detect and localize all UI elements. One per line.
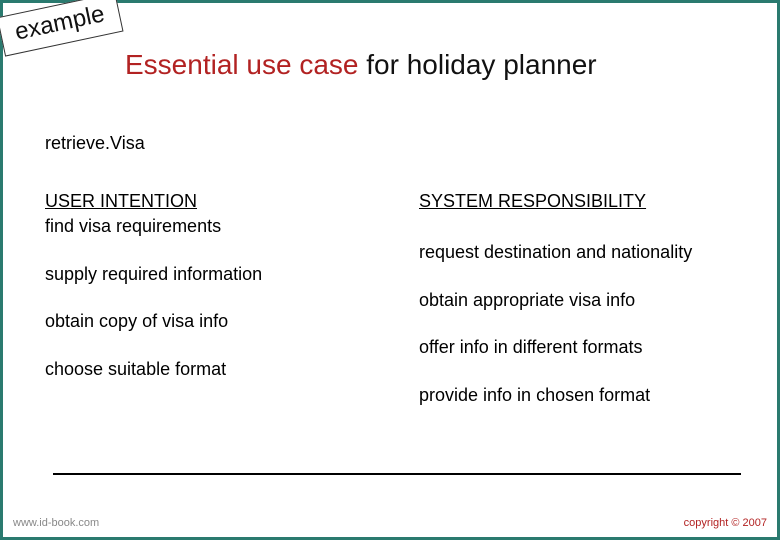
user-step: supply required information [45,264,379,286]
user-step: choose suitable format [45,359,379,381]
system-step: obtain appropriate visa info [419,290,753,312]
example-badge: example [0,0,123,57]
user-intention-header: USER INTENTION [45,191,379,213]
column-system-responsibility: SYSTEM RESPONSIBILITY request destinatio… [419,191,753,433]
example-badge-text: example [13,0,107,45]
system-step: request destination and nationality [419,242,753,264]
footer-url: www.id-book.com [13,517,99,529]
user-step: obtain copy of visa info [45,311,379,333]
columns: USER INTENTION find visa requirements su… [45,191,753,433]
footer: www.id-book.com copyright © 2007 [3,513,777,537]
column-user-intention: USER INTENTION find visa requirements su… [45,191,379,433]
system-step: provide info in chosen format [419,385,753,407]
user-step: find visa requirements [45,216,379,238]
title-accent: Essential use case [125,49,358,80]
system-responsibility-header: SYSTEM RESPONSIBILITY [419,191,753,213]
content-area: retrieve.Visa USER INTENTION find visa r… [45,133,753,433]
usecase-name: retrieve.Visa [45,133,753,155]
footer-copyright: copyright © 2007 [684,517,767,529]
slide-title: Essential use case for holiday planner [125,49,597,81]
slide: example Essential use case for holiday p… [0,0,780,540]
title-rest: for holiday planner [358,49,596,80]
system-step: offer info in different formats [419,337,753,359]
horizontal-rule [53,473,741,475]
